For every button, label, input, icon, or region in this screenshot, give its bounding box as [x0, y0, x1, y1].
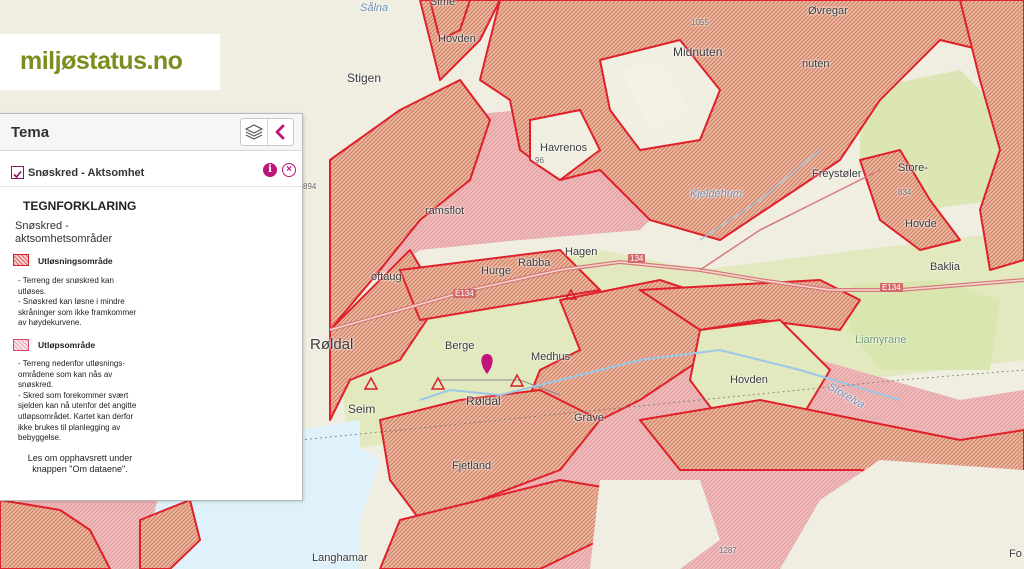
chevron-left-icon	[275, 124, 285, 140]
elevation-label: 834	[898, 188, 912, 197]
panel-header-buttons	[240, 118, 294, 146]
place-label: Sime	[430, 0, 456, 8]
place-label: ramsflot	[425, 205, 465, 217]
liamyrane-field	[850, 280, 1000, 370]
place-label: Røldal	[466, 394, 501, 408]
collapse-panel-button[interactable]	[268, 119, 294, 145]
layer-checkbox[interactable]	[11, 166, 24, 179]
place-label: Midnuten	[673, 45, 723, 59]
panel-header: Tema	[0, 114, 302, 151]
legend-line: - Snøskred kan løsne i mindre	[18, 297, 125, 307]
place-label: Hovden	[730, 374, 768, 386]
place-label: Medhus	[531, 351, 571, 363]
layers-icon	[244, 124, 263, 140]
runout-area-swatch	[13, 339, 29, 351]
legend-line: utløses.	[18, 286, 47, 296]
legend-line: ikke brukes til planlegging av	[18, 422, 121, 432]
legend-subtitle: Snøskred - aktsomhetsområder	[15, 220, 113, 245]
legend-line: utløpsområdet. Kartet kan derfor	[18, 411, 134, 421]
road-label: 134	[628, 254, 646, 263]
layer-row: Snøskred - Aktsomhet i ×	[0, 158, 302, 187]
road-label: E134	[880, 283, 903, 292]
elevation-label: 1055	[691, 18, 709, 27]
place-label: Langhamar	[312, 552, 368, 564]
theme-panel: Tema Snøskred - Aktsomhet i × TEGNFORKLA…	[0, 113, 303, 501]
water-label: Kjeldehum	[690, 188, 742, 200]
place-label: oftaug	[371, 271, 402, 283]
place-label: Liamyrane	[855, 334, 907, 346]
place-label: Fo	[1009, 548, 1022, 560]
close-icon: ×	[286, 164, 292, 175]
release-area-swatch	[13, 254, 29, 266]
legend-title: TEGNFORKLARING	[23, 199, 137, 213]
place-label: Røldal	[310, 336, 354, 353]
place-label: Hurge	[481, 265, 511, 277]
legend-line: områdene som kan nås av	[18, 369, 113, 379]
place-label: Havrenos	[540, 142, 588, 154]
place-label: Baklia	[930, 261, 960, 273]
place-label: Seim	[348, 402, 376, 416]
place-label: Berge	[445, 340, 475, 352]
elevation-label: 894	[303, 182, 317, 191]
place-label: Øvregar	[808, 5, 848, 17]
copyright-note: Les om opphavsrett under knappen "Om dat…	[20, 453, 140, 475]
legend-line: - Terreng der snøskred kan	[18, 276, 114, 285]
legend-item-description: - Terreng nedenfor utløsnings- områdene …	[18, 359, 158, 444]
site-logo[interactable]: miljøstatus.no	[0, 34, 220, 90]
note-line: Les om opphavsrett under	[27, 453, 133, 463]
legend-line: sjelden kan nå utenfor det angitte	[18, 401, 137, 411]
legend-line: snøskred.	[18, 380, 54, 390]
place-label: Hagen	[565, 246, 598, 258]
legend-line: - Terreng nedenfor utløsnings-	[18, 359, 126, 368]
lake-west	[300, 420, 360, 569]
logo-text: miljøstatus.no	[20, 47, 183, 75]
panel-title: Tema	[11, 124, 50, 141]
info-icon: i	[268, 164, 272, 175]
water-label: Sålna	[360, 2, 389, 14]
place-label: Hovden	[438, 33, 476, 45]
place-label: Store-	[898, 162, 928, 174]
elevation-label: 96	[535, 156, 544, 165]
info-button[interactable]: i	[263, 163, 277, 177]
legend-line: bebyggelse.	[18, 433, 62, 443]
remove-layer-button[interactable]: ×	[282, 163, 296, 177]
place-label: Fjetland	[452, 460, 492, 472]
legend-line: skråninger som ikke framkommer	[18, 307, 137, 317]
legend-item-name: Utløsningsområde	[38, 256, 113, 266]
place-label: Freystøler	[812, 168, 862, 180]
place-label: Hovde	[905, 218, 937, 230]
legend-line: av høydekurvene.	[18, 318, 82, 328]
road-label: E134	[453, 289, 476, 298]
place-label: Rabba	[518, 257, 551, 269]
legend-item-description: - Terreng der snøskred kan utløses. - Sn…	[18, 276, 158, 329]
place-label: nuten	[802, 58, 830, 70]
place-label: Grave	[574, 412, 604, 424]
layer-name: Snøskred - Aktsomhet	[28, 167, 145, 179]
elevation-label: 1287	[719, 546, 737, 555]
note-line: knappen "Om dataene".	[32, 464, 128, 474]
checkmark-icon	[13, 170, 22, 179]
place-label: Stigen	[347, 71, 382, 85]
legend-line: - Skred som forekommer svært	[18, 390, 129, 400]
legend-item-name: Utløpsområde	[38, 340, 96, 350]
layers-button[interactable]	[241, 119, 268, 145]
